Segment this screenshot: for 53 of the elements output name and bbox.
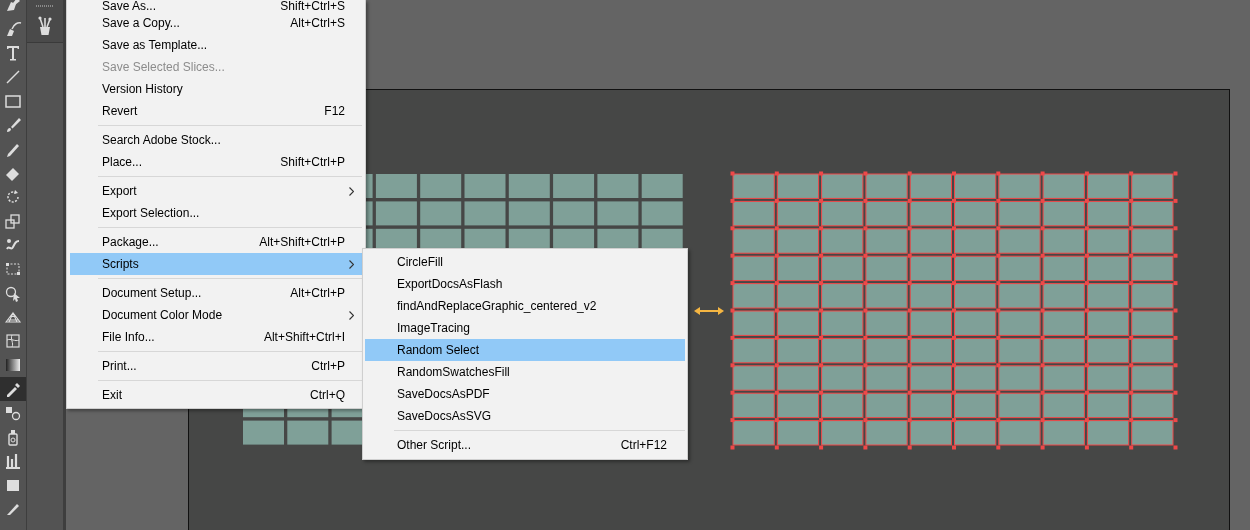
paintbrush-icon: [4, 116, 22, 134]
shortcut-label: F12: [324, 104, 345, 118]
shortcut-label: Alt+Ctrl+S: [290, 16, 345, 30]
menu-item[interactable]: SaveDocsAsSVG: [365, 405, 685, 427]
type-tool-icon: [4, 44, 22, 62]
gradient-icon: [4, 356, 22, 374]
shortcut-label: Ctrl+F12: [620, 438, 667, 452]
menu-item[interactable]: Scripts: [70, 253, 362, 275]
menu-item[interactable]: Print... Ctrl+P: [70, 355, 362, 377]
shortcut-label: Alt+Ctrl+P: [290, 286, 345, 300]
shortcut-label: Alt+Shift+Ctrl+P: [259, 235, 345, 249]
menu-item[interactable]: findAndReplaceGraphic_centered_v2: [365, 295, 685, 317]
shortcut-label: Ctrl+Q: [310, 388, 345, 402]
menu-item[interactable]: Package... Alt+Shift+Ctrl+P: [70, 231, 362, 253]
eyedropper-icon: [4, 380, 22, 398]
pen-tool-icon: [4, 0, 22, 14]
double-arrow-icon: [694, 307, 724, 315]
mesh-icon: [4, 332, 22, 350]
menu-item[interactable]: Export Selection...: [70, 202, 362, 224]
curvature-pen-icon: [4, 20, 22, 38]
column-graph-icon: [4, 452, 22, 470]
menu-item[interactable]: File Info... Alt+Shift+Ctrl+I: [70, 326, 362, 348]
menu-item[interactable]: ExportDocsAsFlash: [365, 273, 685, 295]
tool-button[interactable]: [0, 377, 26, 401]
panel-tab[interactable]: [27, 0, 63, 43]
menu-item[interactable]: SaveDocsAsPDF: [365, 383, 685, 405]
menu-item[interactable]: Exit Ctrl+Q: [70, 384, 362, 406]
menu-item[interactable]: Version History: [70, 78, 362, 100]
menu-item[interactable]: RandomSwatchesFill: [365, 361, 685, 383]
free-transform-icon: [4, 260, 22, 278]
shortcut-label: Shift+Ctrl+S: [280, 0, 345, 12]
shape-builder-icon: [4, 284, 22, 302]
rectangle-icon: [4, 92, 22, 110]
menu-item[interactable]: Other Script... Ctrl+F12: [365, 434, 685, 456]
line-segment-icon: [4, 68, 22, 86]
menu-item[interactable]: Random Select: [365, 339, 685, 361]
shortcut-label: Alt+Shift+Ctrl+I: [263, 330, 345, 344]
rotate-icon: [4, 188, 22, 206]
menu-item[interactable]: Save a Copy... Alt+Ctrl+S: [70, 12, 362, 34]
menu-item[interactable]: Export: [70, 180, 362, 202]
blend-icon: [4, 404, 22, 422]
menu-item[interactable]: Document Color Mode: [70, 304, 362, 326]
menu-item[interactable]: CircleFill: [365, 251, 685, 273]
menu-item[interactable]: Document Setup... Alt+Ctrl+P: [70, 282, 362, 304]
menu-item[interactable]: ImageTracing: [365, 317, 685, 339]
shortcut-label: Shift+Ctrl+P: [280, 155, 345, 169]
menu-item[interactable]: Search Adobe Stock...: [70, 129, 362, 151]
menu-item[interactable]: Save As... Shift+Ctrl+S: [70, 0, 362, 12]
menu-item[interactable]: Place... Shift+Ctrl+P: [70, 151, 362, 173]
shortcut-label: Ctrl+P: [311, 359, 345, 373]
menu-item[interactable]: Save as Template...: [70, 34, 362, 56]
scale-icon: [4, 212, 22, 230]
menu-item[interactable]: Revert F12: [70, 100, 362, 122]
